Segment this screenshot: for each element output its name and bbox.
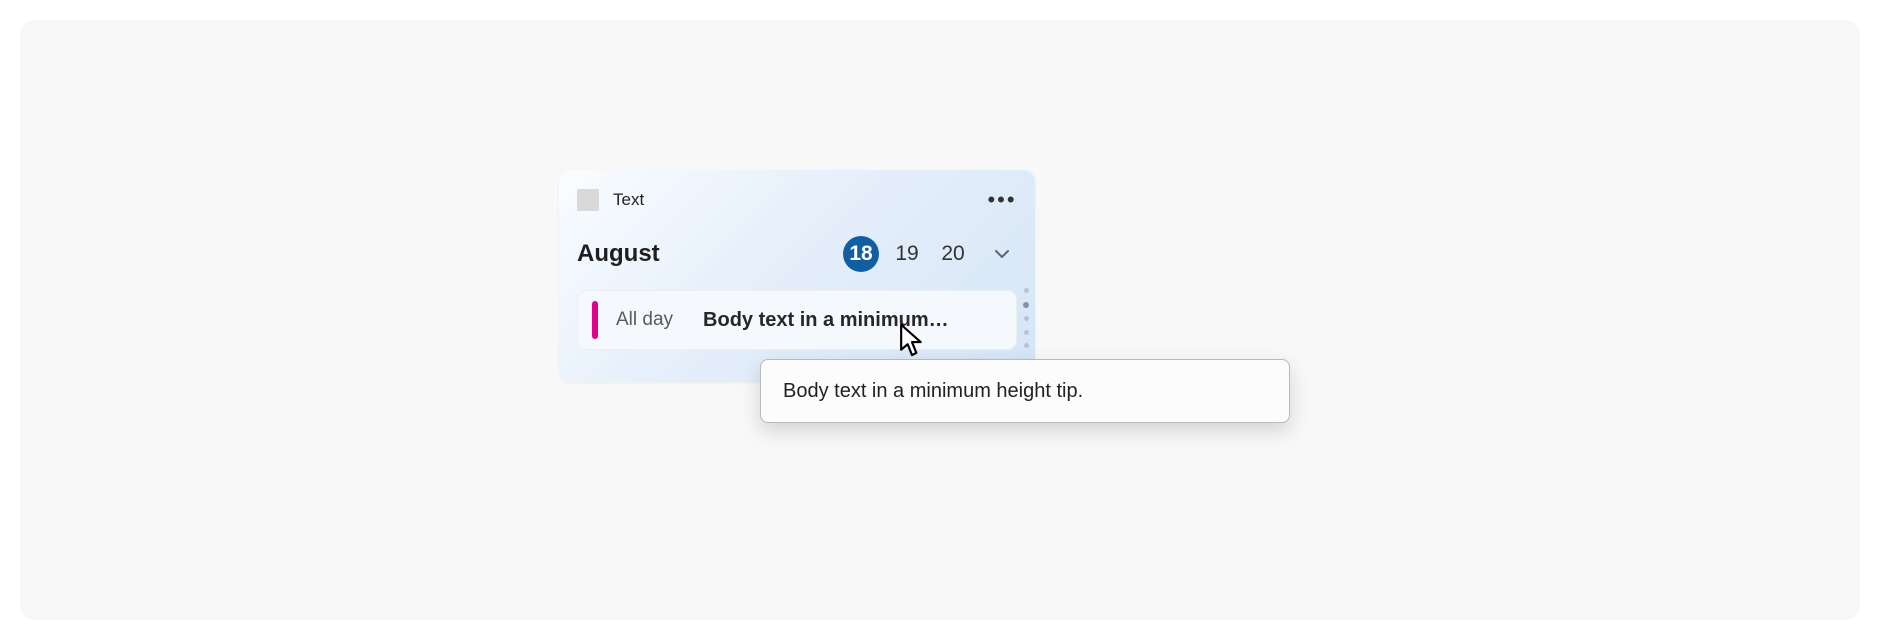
day-picker: 18 19 20 (843, 236, 1017, 272)
chevron-down-icon (994, 246, 1010, 262)
month-row: August 18 19 20 (577, 234, 1017, 274)
app-icon (577, 189, 599, 211)
scroll-dot (1024, 330, 1029, 335)
tooltip-text: Body text in a minimum height tip. (783, 380, 1083, 403)
scroll-dot (1023, 302, 1029, 308)
event-item[interactable]: All day Body text in a minimum… (577, 290, 1017, 350)
more-button[interactable]: ••• (987, 188, 1017, 212)
day-19[interactable]: 19 (889, 236, 925, 272)
widget-title: Text (613, 190, 987, 210)
day-18[interactable]: 18 (843, 236, 879, 272)
expand-days-button[interactable] (987, 236, 1017, 272)
calendar-widget: Text ••• August 18 19 20 All day (559, 170, 1035, 382)
scroll-indicator[interactable] (1021, 286, 1031, 350)
event-list: All day Body text in a minimum… (577, 290, 1017, 350)
widget-header: Text ••• (577, 186, 1017, 214)
day-20[interactable]: 20 (935, 236, 971, 272)
scroll-dot (1024, 288, 1029, 293)
month-label: August (577, 240, 843, 268)
event-time-label: All day (616, 309, 673, 331)
tooltip: Body text in a minimum height tip. (760, 359, 1290, 423)
event-title: Body text in a minimum… (703, 309, 949, 332)
event-category-stripe (592, 301, 598, 339)
scroll-dot (1024, 343, 1029, 348)
scroll-dot (1024, 316, 1029, 321)
stage: Text ••• August 18 19 20 All day (20, 20, 1860, 620)
